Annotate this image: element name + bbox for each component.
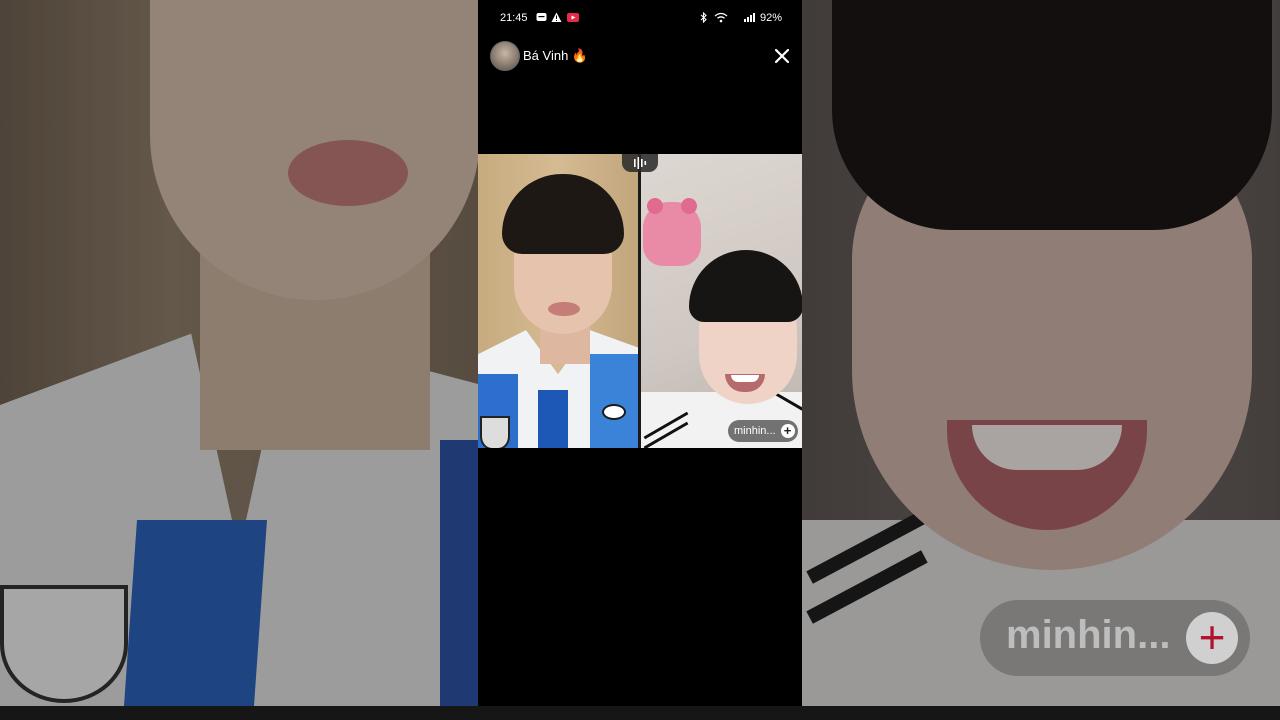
warning-icon <box>551 12 562 26</box>
close-icon <box>774 48 790 64</box>
host-name[interactable]: Bá Vinh 🔥 <box>523 48 588 64</box>
host-video[interactable] <box>478 154 638 448</box>
avatar[interactable] <box>490 41 520 71</box>
bottom-bar <box>0 706 1280 720</box>
status-bar: 21:45 92% <box>478 0 802 36</box>
status-time: 21:45 <box>500 12 528 24</box>
background-plus-icon: + <box>1186 612 1238 664</box>
wifi-icon <box>714 12 728 26</box>
blurred-background-left <box>0 0 478 706</box>
battery-level: 92% <box>759 12 782 24</box>
youtube-icon <box>567 12 579 26</box>
microphone-icon <box>634 157 647 169</box>
audio-toggle[interactable] <box>622 154 658 172</box>
messenger-icon <box>536 12 547 26</box>
bluetooth-icon <box>699 11 709 26</box>
background-guest-name: minhin... <box>1006 613 1171 657</box>
close-button[interactable] <box>772 46 792 66</box>
live-video-split <box>478 154 802 448</box>
guest-video[interactable] <box>641 154 802 448</box>
guest-tag[interactable]: minhin... + <box>728 420 798 442</box>
guest-name[interactable]: minhin... <box>734 425 776 437</box>
plus-icon[interactable]: + <box>780 424 795 438</box>
signal-icon <box>744 12 756 26</box>
screen: minhin... + 21:45 92% Bá Vinh 🔥 minhin..… <box>0 0 1280 720</box>
phone-screen: 21:45 92% Bá Vinh 🔥 minhin... + <box>478 0 802 706</box>
